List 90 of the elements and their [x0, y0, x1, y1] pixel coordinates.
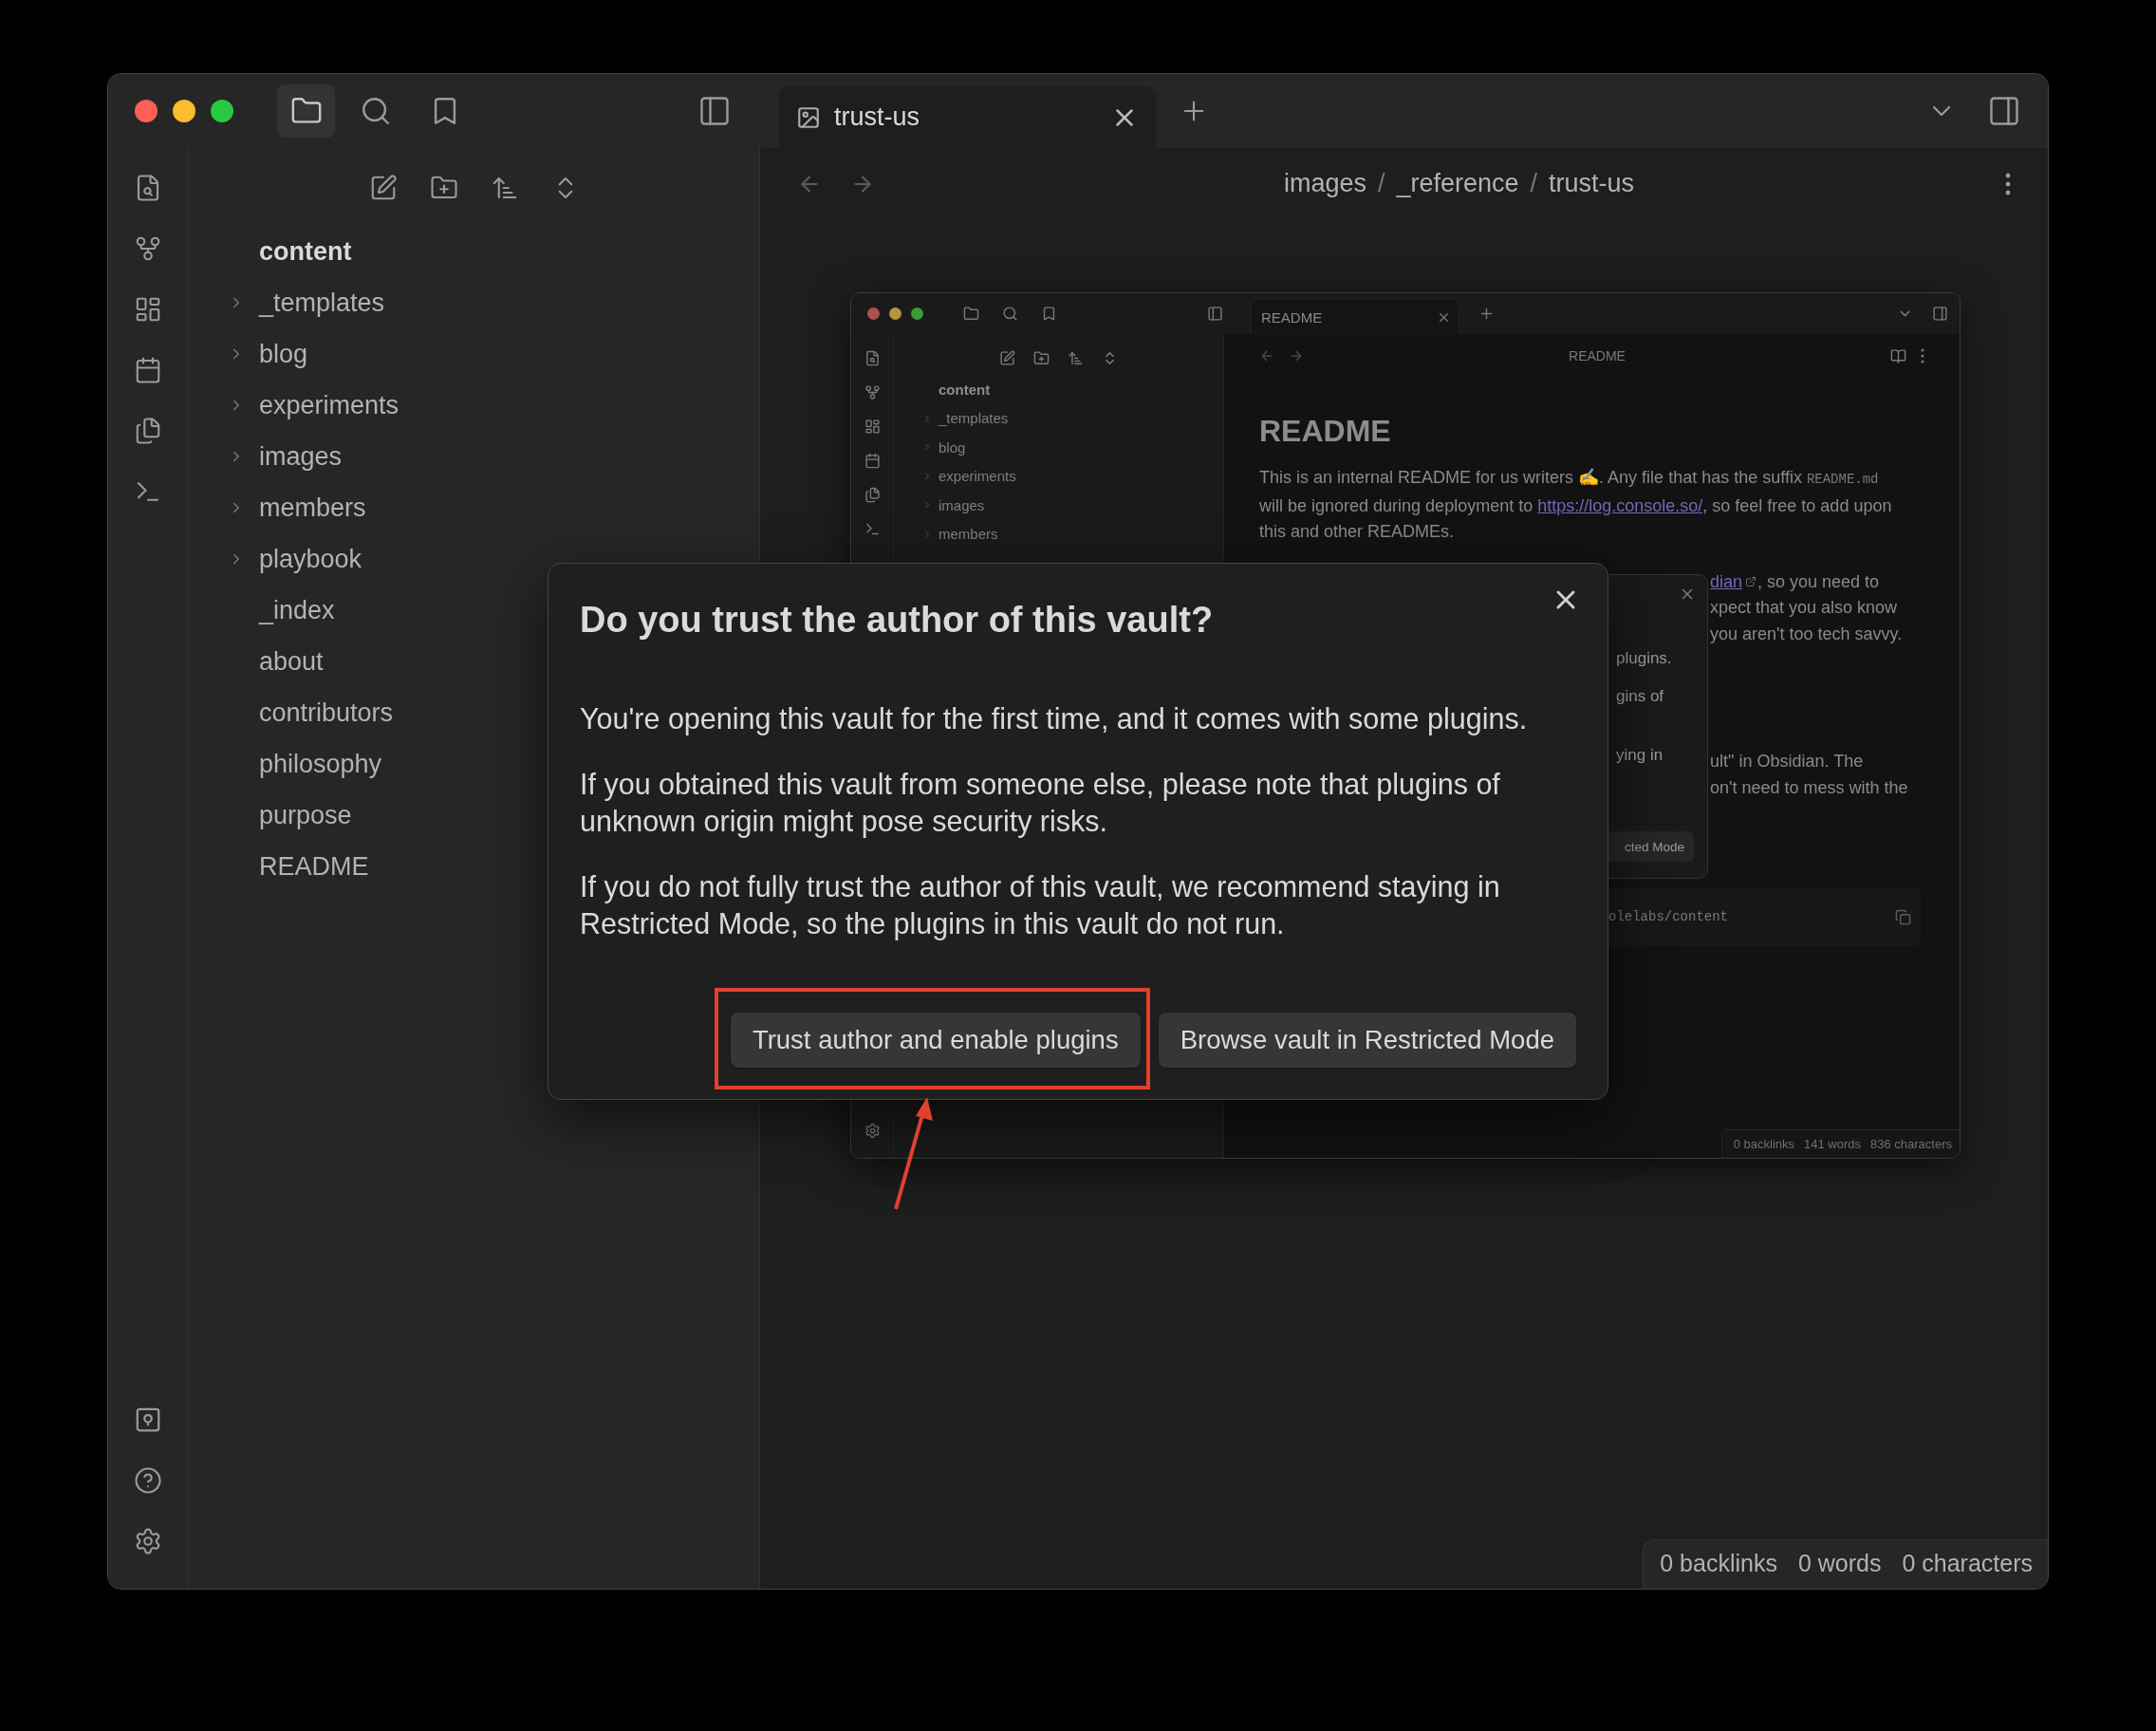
sidebar-toggle-icon[interactable] — [1987, 94, 2021, 128]
calendar-icon[interactable] — [134, 356, 162, 384]
text-fragment: ying in — [1616, 746, 1664, 765]
note-heading: README — [1259, 413, 1392, 449]
sidebar-toggle-icon — [1932, 306, 1948, 322]
plus-icon — [1478, 306, 1495, 322]
terminal-icon — [864, 521, 881, 537]
files-tab[interactable] — [277, 84, 335, 138]
file-search-icon — [864, 350, 881, 366]
dashboard-icon — [864, 419, 881, 435]
help-icon[interactable] — [134, 1466, 162, 1495]
more-icon — [1921, 348, 1924, 363]
image-icon — [796, 104, 821, 130]
bookmark-icon — [1041, 306, 1057, 322]
folder-item[interactable]: _templates — [939, 410, 1009, 427]
dialog-button[interactable]: Trust author and enable plugins — [730, 1013, 1141, 1068]
close-light[interactable] — [135, 100, 158, 122]
minimize-light — [889, 307, 901, 320]
folder-item[interactable]: playbook — [259, 544, 362, 574]
folder-item[interactable]: _templates — [259, 288, 385, 318]
search-icon — [1002, 306, 1018, 322]
file-item[interactable]: about — [259, 646, 324, 677]
text-fragment: gins of — [1616, 687, 1665, 706]
folder-item[interactable]: blog — [939, 438, 966, 456]
new-folder-icon — [1033, 350, 1050, 366]
status-item: 836 characters — [1870, 1137, 1952, 1151]
breadcrumb-item[interactable]: images — [1283, 169, 1366, 198]
link[interactable]: https://log.console.so/ — [1537, 495, 1703, 515]
link[interactable]: dian — [1710, 568, 1743, 595]
more-icon[interactable] — [2005, 172, 2011, 195]
text-fragment: dian , so you need to — [1710, 568, 1924, 595]
external-link-icon — [1745, 576, 1757, 588]
tab[interactable]: trust-us — [778, 86, 1156, 148]
folder-item[interactable]: experiments — [939, 468, 1016, 485]
copy-icon — [1895, 908, 1911, 925]
folder-item[interactable]: images — [259, 441, 343, 472]
readme-paragraph: This is an internal README for us writers ✍. Any file that has the suffix README.md will be ignored during deployment to https://log.console.so/, so feel free to add upon this and other READMEs. — [1259, 467, 1893, 543]
file-item[interactable]: philosophy — [259, 749, 382, 779]
dashboard-icon[interactable] — [134, 295, 162, 324]
sidebar-toggle-icon — [1207, 306, 1223, 322]
folder-item[interactable]: experiments — [259, 390, 400, 420]
tree-root[interactable]: content — [259, 236, 352, 267]
calendar-icon — [864, 453, 881, 469]
tree-root[interactable]: content — [939, 381, 991, 398]
folder-icon — [963, 306, 979, 322]
file-item[interactable]: contributors — [259, 698, 394, 728]
book-icon — [1890, 347, 1906, 364]
vault-icon[interactable] — [134, 1405, 162, 1434]
status-item: 141 words — [1804, 1137, 1861, 1151]
sidebar-toggle-icon[interactable] — [697, 94, 732, 128]
files-icon[interactable] — [134, 417, 162, 445]
status-item: 0 backlinks — [1660, 1550, 1777, 1577]
breadcrumb-separator: / — [1530, 169, 1538, 198]
dialog-text: If you obtained this vault from someone else, please note that plugins of unknown origin might pose security risks. — [580, 767, 1501, 840]
text-fragment: xpect that you also know — [1710, 597, 1899, 619]
dialog-button[interactable]: Browse vault in Restricted Mode — [1158, 1013, 1576, 1068]
file-item[interactable]: purpose — [259, 800, 352, 830]
status-item: 0 words — [1797, 1550, 1882, 1577]
breadcrumb-separator: / — [1377, 169, 1385, 198]
back-arrow-icon — [1259, 348, 1274, 363]
files-icon — [864, 487, 881, 503]
folder-item[interactable]: members — [939, 526, 998, 543]
zoom-light[interactable] — [211, 100, 233, 122]
close-light — [867, 307, 880, 320]
text-fragment: on't need to mess with the — [1710, 776, 1909, 799]
dialog-text: If you do not fully trust the author of this vault, we recommend staying in Restricted Mode, so the plugins in this vault do not run. — [580, 869, 1501, 942]
dialog-title: Do you trust the author of this vault? — [580, 601, 1215, 640]
breadcrumb-item[interactable]: trust-us — [1549, 169, 1635, 198]
note-title: README — [1568, 348, 1626, 363]
status-item: 0 characters — [1902, 1550, 2033, 1577]
text-fragment: you aren't too tech savvy. — [1710, 623, 1904, 645]
forward-arrow-icon — [1289, 348, 1304, 363]
graph-icon[interactable] — [134, 234, 162, 263]
zoom-light — [911, 307, 923, 320]
file-item[interactable]: _index — [259, 595, 335, 625]
breadcrumb-item[interactable]: _reference — [1396, 169, 1519, 198]
text-fragment: plugins. — [1616, 649, 1673, 668]
graph-icon — [864, 384, 881, 400]
text-fragment: ult" in Obsidian. The — [1710, 751, 1865, 772]
settings-icon — [864, 1123, 881, 1139]
folder-item[interactable]: members — [259, 493, 366, 523]
file-item[interactable]: README — [259, 851, 369, 882]
settings-icon[interactable] — [134, 1527, 162, 1555]
new-note-icon — [999, 350, 1015, 366]
folder-item[interactable]: blog — [259, 339, 308, 369]
dialog-text: You're opening this vault for the first time, and it comes with some plugins. — [580, 701, 1529, 737]
minimize-light[interactable] — [173, 100, 195, 122]
sort-icon — [1068, 350, 1084, 366]
status-item: 0 backlinks — [1733, 1137, 1794, 1151]
folder-item[interactable]: images — [939, 496, 985, 513]
